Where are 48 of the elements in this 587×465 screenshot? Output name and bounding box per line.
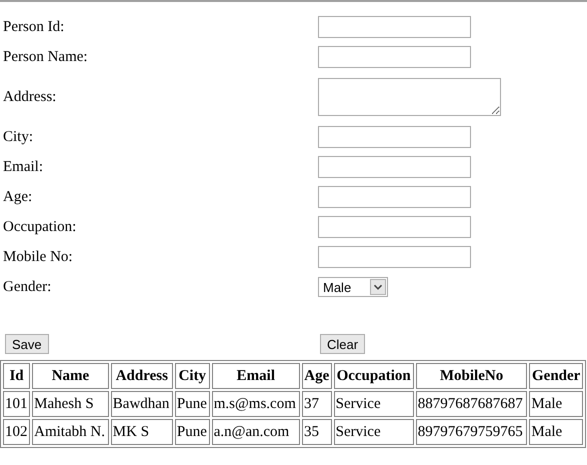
textarea-field[interactable]	[318, 78, 501, 116]
gender-select[interactable]: Male	[318, 277, 388, 297]
table-cell: 35	[302, 419, 332, 445]
column-header: Email	[212, 363, 300, 389]
table-cell: MK S	[110, 419, 173, 445]
field-label: Person Name:	[3, 48, 89, 66]
table-cell: 88797687687687	[416, 391, 528, 417]
table-cell: m.s@ms.com	[212, 391, 300, 417]
column-header: Id	[3, 363, 30, 389]
table-cell: Mahesh S	[32, 391, 109, 417]
table-cell: a.n@an.com	[212, 419, 300, 445]
text-input-field[interactable]	[318, 16, 471, 38]
clear-button[interactable]: Clear	[320, 334, 366, 354]
field-label: Email:	[3, 158, 44, 176]
table-cell: 101	[3, 391, 30, 417]
table-cell: Service	[334, 391, 414, 417]
table-cell: 102	[3, 419, 30, 445]
table-cell: Bawdhan	[110, 391, 173, 417]
column-header: Gender	[529, 363, 583, 389]
field-label: Address:	[3, 88, 58, 106]
text-input-field[interactable]	[318, 216, 471, 238]
table-cell: Pune	[174, 419, 210, 445]
table-cell: Male	[529, 391, 583, 417]
save-button[interactable]: Save	[5, 334, 49, 354]
field-label: Person Id:	[3, 18, 66, 36]
table-cell: Service	[334, 419, 414, 445]
field-label: Mobile No:	[3, 248, 74, 266]
text-input-field[interactable]	[318, 46, 471, 68]
text-input-field[interactable]	[318, 186, 471, 208]
table-cell: Male	[529, 419, 583, 445]
field-label: City:	[3, 128, 34, 146]
table-cell: 89797679759765	[416, 419, 528, 445]
field-label: Age:	[3, 188, 34, 206]
table-cell: 37	[302, 391, 332, 417]
text-input-field[interactable]	[318, 246, 471, 268]
column-header: MobileNo	[416, 363, 528, 389]
column-header: Occupation	[334, 363, 414, 389]
caret-icon	[370, 279, 386, 295]
text-input-field[interactable]	[318, 156, 471, 178]
column-header: City	[174, 363, 210, 389]
column-header: Age	[302, 363, 332, 389]
text-input-field[interactable]	[318, 126, 471, 148]
column-header: Address	[110, 363, 173, 389]
table-cell: Amitabh N.	[32, 419, 109, 445]
table-cell: Pune	[174, 391, 210, 417]
field-label: Gender:	[3, 278, 52, 296]
field-label: Occupation:	[3, 218, 78, 236]
column-header: Name	[32, 363, 109, 389]
